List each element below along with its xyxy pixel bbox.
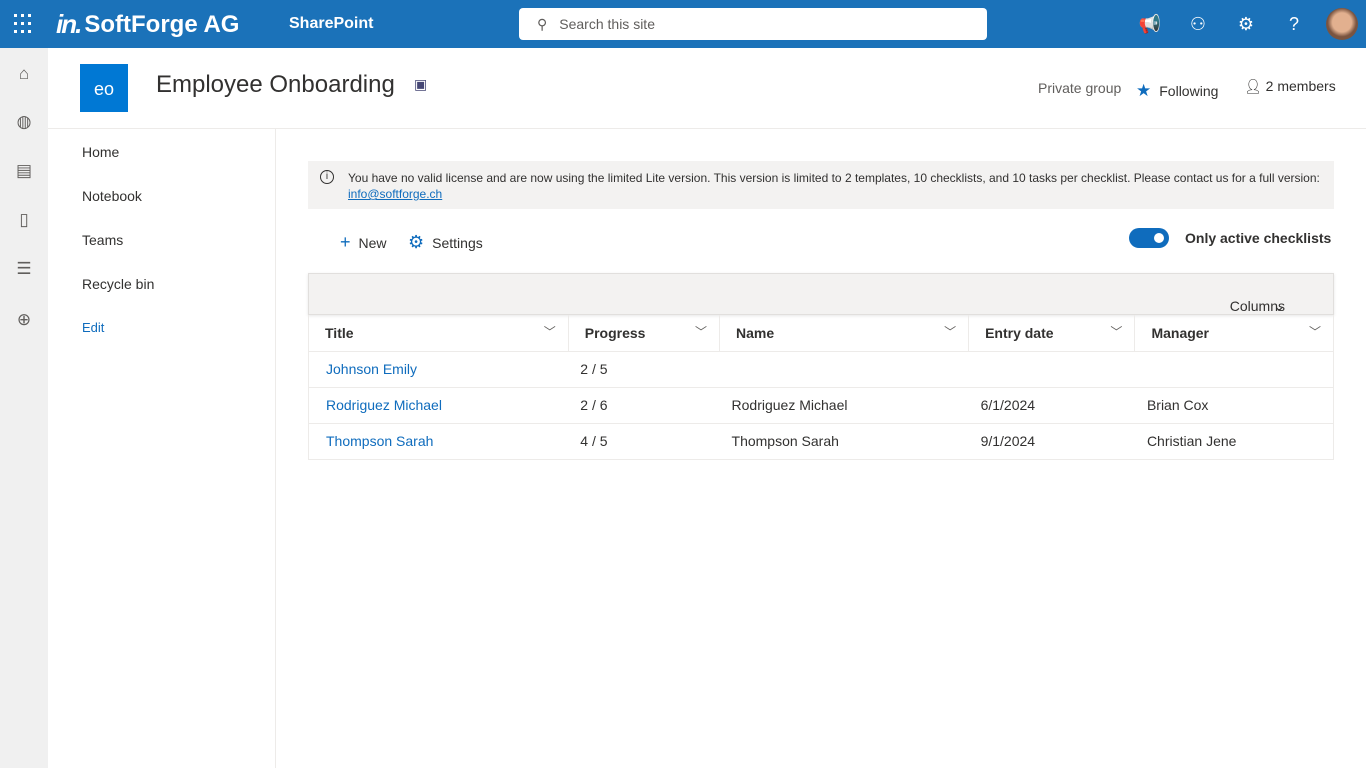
checklist-table: Title ﹀ Progress ﹀ Name ﹀ Entry date ﹀ Manag… — [308, 315, 1334, 460]
app-launcher-icon[interactable] — [14, 14, 34, 34]
search-icon: ⚲ — [537, 15, 548, 32]
banner-text: You have no valid license and are now us… — [348, 171, 1320, 185]
follow-label: Following — [1159, 83, 1219, 99]
chevron-down-icon: ﹀ — [695, 325, 708, 339]
table-row[interactable]: Johnson Emily 2 / 5 — [308, 351, 1334, 388]
brand-logo[interactable]: in. SoftForge AG — [56, 9, 239, 40]
info-icon: i — [320, 170, 334, 184]
active-checklists-toggle[interactable] — [1129, 228, 1169, 248]
manager-cell: Brian Cox — [1134, 387, 1334, 424]
gear-icon: ⚙ — [408, 232, 425, 252]
site-title[interactable]: Employee Onboarding — [156, 71, 395, 99]
app-name[interactable]: SharePoint — [289, 15, 373, 33]
follow-button[interactable]: ★ Following — [1136, 81, 1218, 101]
column-header-title[interactable]: Title ﹀ — [308, 315, 569, 352]
name-cell — [719, 351, 969, 388]
nav-notebook[interactable]: Notebook — [82, 188, 142, 204]
progress-cell: 2 / 6 — [568, 387, 720, 424]
entry-date-cell — [968, 351, 1135, 388]
settings-label: Settings — [432, 234, 483, 251]
manager-cell — [1134, 351, 1334, 388]
feedback-icon[interactable]: ⚇ — [1186, 12, 1210, 36]
logo-mark-icon: in. — [56, 9, 82, 39]
progress-cell: 4 / 5 — [568, 423, 720, 460]
chevron-down-icon: ﹀ — [1110, 325, 1123, 339]
globe-icon[interactable]: ◍ — [14, 112, 34, 132]
members-label: 2 members — [1265, 78, 1336, 94]
entry-date-cell: 9/1/2024 — [968, 423, 1135, 460]
search-placeholder: Search this site — [559, 16, 655, 32]
chevron-down-icon: ﹀ — [1308, 325, 1321, 339]
header-label: Title — [325, 324, 354, 341]
table-row[interactable]: Rodriguez Michael 2 / 6 Rodriguez Michael 6… — [308, 387, 1334, 424]
left-nav: Home Notebook Teams Recycle bin Edit — [48, 129, 276, 768]
header-label: Name — [736, 324, 775, 341]
progress-cell: 2 / 5 — [568, 351, 720, 388]
column-header-progress[interactable]: Progress ﹀ — [568, 315, 721, 352]
table-row[interactable]: Thompson Sarah 4 / 5 Thompson Sarah 9/1/202… — [308, 423, 1334, 460]
columns-button[interactable]: Columns ⌄ — [1230, 286, 1309, 314]
columns-bar: Columns ⌄ — [308, 273, 1334, 315]
star-icon: ★ — [1136, 81, 1152, 100]
app-bar: ⌂ ◍ ▤ ▯ ☰ ⊕ — [0, 48, 48, 768]
lists-icon[interactable]: ☰ — [14, 259, 34, 279]
manager-cell: Christian Jene — [1134, 423, 1334, 460]
document-icon[interactable]: ▯ — [14, 210, 34, 230]
nav-home[interactable]: Home — [82, 144, 119, 160]
title-link[interactable]: Johnson Emily — [308, 351, 569, 388]
entry-date-cell: 6/1/2024 — [968, 387, 1135, 424]
plus-icon: + — [340, 232, 351, 252]
new-button[interactable]: + New — [340, 232, 387, 253]
column-header-name[interactable]: Name ﹀ — [719, 315, 970, 352]
person-icon: 👤︎ — [1244, 78, 1266, 94]
nav-teams[interactable]: Teams — [82, 232, 123, 248]
chevron-down-icon: ﹀ — [944, 325, 957, 339]
header-label: Progress — [584, 324, 646, 341]
megaphone-icon[interactable]: 📢 — [1138, 12, 1162, 36]
search-box[interactable]: ⚲ Search this site — [519, 8, 987, 40]
header-label: Entry date — [985, 324, 1054, 341]
name-cell: Rodriguez Michael — [719, 387, 969, 424]
settings-button[interactable]: ⚙ Settings — [408, 232, 483, 253]
gear-icon[interactable]: ⚙ — [1234, 12, 1258, 36]
suite-header: in. SoftForge AG SharePoint ⚲ Search this … — [0, 0, 1366, 48]
home-icon[interactable]: ⌂ — [14, 64, 34, 84]
create-icon[interactable]: ⊕ — [14, 310, 34, 330]
title-link[interactable]: Rodriguez Michael — [308, 387, 569, 424]
license-banner: i You have no valid license and are now … — [308, 161, 1334, 209]
chevron-down-icon: ﹀ — [543, 325, 556, 339]
new-label: New — [358, 234, 387, 251]
column-header-entry-date[interactable]: Entry date ﹀ — [968, 315, 1136, 352]
email-link[interactable]: info@softforge.ch — [348, 187, 442, 201]
toggle-label: Only active checklists — [1185, 230, 1332, 246]
nav-recycle-bin[interactable]: Recycle bin — [82, 276, 154, 292]
nav-edit[interactable]: Edit — [82, 320, 104, 335]
members-button[interactable]: 👤︎ 2 members — [1244, 78, 1336, 95]
column-header-manager[interactable]: Manager ﹀ — [1134, 315, 1334, 352]
header-label: Manager — [1151, 324, 1210, 341]
privacy-label: Private group — [1038, 80, 1122, 96]
title-link[interactable]: Thompson Sarah — [308, 423, 569, 460]
name-cell: Thompson Sarah — [719, 423, 969, 460]
chevron-down-icon: ⌄ — [1273, 298, 1285, 314]
help-icon[interactable]: ? — [1282, 12, 1306, 36]
news-icon[interactable]: ▤ — [14, 161, 34, 181]
teams-icon[interactable]: ▣ — [414, 76, 427, 93]
site-logo[interactable]: eo — [80, 64, 128, 112]
avatar[interactable] — [1326, 8, 1358, 40]
brand-name: SoftForge AG — [84, 10, 240, 38]
site-header: eo Employee Onboarding ▣ Private group ★… — [48, 48, 1366, 129]
